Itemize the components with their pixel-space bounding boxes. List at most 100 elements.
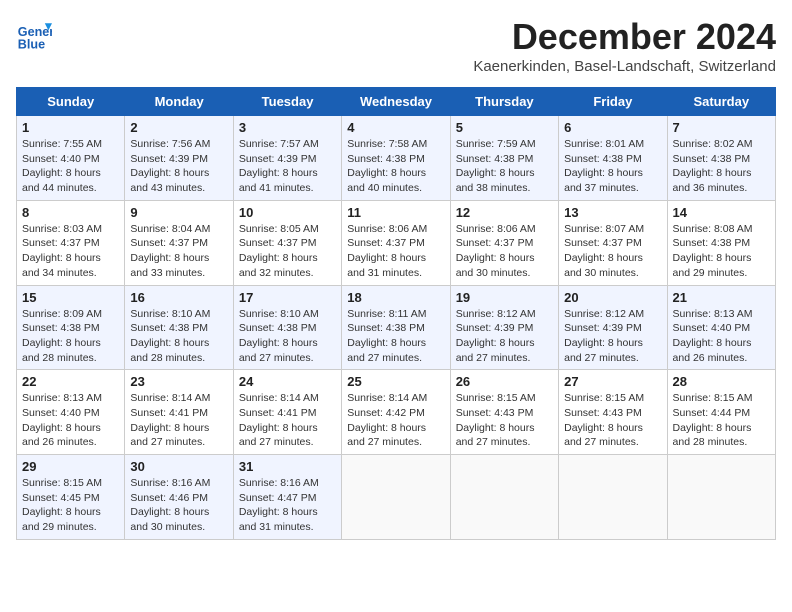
calendar-cell: 2 Sunrise: 7:56 AMSunset: 4:39 PMDayligh… <box>125 116 233 201</box>
calendar-cell: 31 Sunrise: 8:16 AMSunset: 4:47 PMDaylig… <box>233 455 341 540</box>
day-number: 26 <box>456 374 553 389</box>
day-number: 21 <box>673 290 770 305</box>
calendar-week-2: 8 Sunrise: 8:03 AMSunset: 4:37 PMDayligh… <box>17 200 776 285</box>
weekday-header-row: SundayMondayTuesdayWednesdayThursdayFrid… <box>17 88 776 116</box>
day-number: 18 <box>347 290 444 305</box>
svg-text:Blue: Blue <box>18 37 45 51</box>
day-detail: Sunrise: 8:13 AMSunset: 4:40 PMDaylight:… <box>673 308 753 364</box>
calendar-cell: 5 Sunrise: 7:59 AMSunset: 4:38 PMDayligh… <box>450 116 558 201</box>
weekday-header-thursday: Thursday <box>450 88 558 116</box>
day-number: 30 <box>130 459 227 474</box>
day-number: 25 <box>347 374 444 389</box>
day-detail: Sunrise: 8:06 AMSunset: 4:37 PMDaylight:… <box>456 223 536 279</box>
calendar-cell: 16 Sunrise: 8:10 AMSunset: 4:38 PMDaylig… <box>125 285 233 370</box>
day-detail: Sunrise: 8:03 AMSunset: 4:37 PMDaylight:… <box>22 223 102 279</box>
calendar-cell: 17 Sunrise: 8:10 AMSunset: 4:38 PMDaylig… <box>233 285 341 370</box>
day-number: 15 <box>22 290 119 305</box>
day-detail: Sunrise: 8:13 AMSunset: 4:40 PMDaylight:… <box>22 392 102 448</box>
day-number: 29 <box>22 459 119 474</box>
calendar-cell <box>667 455 775 540</box>
day-number: 28 <box>673 374 770 389</box>
day-number: 27 <box>564 374 661 389</box>
calendar-cell: 23 Sunrise: 8:14 AMSunset: 4:41 PMDaylig… <box>125 370 233 455</box>
day-detail: Sunrise: 8:15 AMSunset: 4:45 PMDaylight:… <box>22 477 102 533</box>
calendar-cell <box>559 455 667 540</box>
calendar-cell: 28 Sunrise: 8:15 AMSunset: 4:44 PMDaylig… <box>667 370 775 455</box>
day-detail: Sunrise: 8:09 AMSunset: 4:38 PMDaylight:… <box>22 308 102 364</box>
calendar-cell: 29 Sunrise: 8:15 AMSunset: 4:45 PMDaylig… <box>17 455 125 540</box>
calendar-cell: 21 Sunrise: 8:13 AMSunset: 4:40 PMDaylig… <box>667 285 775 370</box>
day-number: 31 <box>239 459 336 474</box>
calendar-cell: 14 Sunrise: 8:08 AMSunset: 4:38 PMDaylig… <box>667 200 775 285</box>
calendar-cell: 18 Sunrise: 8:11 AMSunset: 4:38 PMDaylig… <box>342 285 450 370</box>
calendar-table: SundayMondayTuesdayWednesdayThursdayFrid… <box>16 87 776 540</box>
calendar-cell: 12 Sunrise: 8:06 AMSunset: 4:37 PMDaylig… <box>450 200 558 285</box>
day-number: 14 <box>673 205 770 220</box>
month-title: December 2024 <box>473 16 776 58</box>
day-detail: Sunrise: 8:04 AMSunset: 4:37 PMDaylight:… <box>130 223 210 279</box>
day-detail: Sunrise: 8:15 AMSunset: 4:44 PMDaylight:… <box>673 392 753 448</box>
day-number: 19 <box>456 290 553 305</box>
calendar-cell: 30 Sunrise: 8:16 AMSunset: 4:46 PMDaylig… <box>125 455 233 540</box>
calendar-cell: 7 Sunrise: 8:02 AMSunset: 4:38 PMDayligh… <box>667 116 775 201</box>
day-number: 23 <box>130 374 227 389</box>
day-detail: Sunrise: 8:06 AMSunset: 4:37 PMDaylight:… <box>347 223 427 279</box>
calendar-week-5: 29 Sunrise: 8:15 AMSunset: 4:45 PMDaylig… <box>17 455 776 540</box>
day-detail: Sunrise: 8:01 AMSunset: 4:38 PMDaylight:… <box>564 138 644 194</box>
calendar-cell: 15 Sunrise: 8:09 AMSunset: 4:38 PMDaylig… <box>17 285 125 370</box>
calendar-cell: 6 Sunrise: 8:01 AMSunset: 4:38 PMDayligh… <box>559 116 667 201</box>
day-number: 5 <box>456 120 553 135</box>
calendar-cell <box>450 455 558 540</box>
day-number: 13 <box>564 205 661 220</box>
calendar-cell: 8 Sunrise: 8:03 AMSunset: 4:37 PMDayligh… <box>17 200 125 285</box>
calendar-body: 1 Sunrise: 7:55 AMSunset: 4:40 PMDayligh… <box>17 116 776 540</box>
day-number: 22 <box>22 374 119 389</box>
calendar-cell: 20 Sunrise: 8:12 AMSunset: 4:39 PMDaylig… <box>559 285 667 370</box>
location-title: Kaenerkinden, Basel-Landschaft, Switzerl… <box>473 58 776 75</box>
calendar-week-4: 22 Sunrise: 8:13 AMSunset: 4:40 PMDaylig… <box>17 370 776 455</box>
day-number: 8 <box>22 205 119 220</box>
day-detail: Sunrise: 7:55 AMSunset: 4:40 PMDaylight:… <box>22 138 102 194</box>
weekday-header-wednesday: Wednesday <box>342 88 450 116</box>
calendar-cell: 25 Sunrise: 8:14 AMSunset: 4:42 PMDaylig… <box>342 370 450 455</box>
day-detail: Sunrise: 8:16 AMSunset: 4:46 PMDaylight:… <box>130 477 210 533</box>
calendar-cell: 4 Sunrise: 7:58 AMSunset: 4:38 PMDayligh… <box>342 116 450 201</box>
day-number: 2 <box>130 120 227 135</box>
day-number: 12 <box>456 205 553 220</box>
calendar-week-3: 15 Sunrise: 8:09 AMSunset: 4:38 PMDaylig… <box>17 285 776 370</box>
day-detail: Sunrise: 8:05 AMSunset: 4:37 PMDaylight:… <box>239 223 319 279</box>
day-number: 4 <box>347 120 444 135</box>
day-detail: Sunrise: 8:16 AMSunset: 4:47 PMDaylight:… <box>239 477 319 533</box>
day-detail: Sunrise: 8:11 AMSunset: 4:38 PMDaylight:… <box>347 308 426 364</box>
day-detail: Sunrise: 7:59 AMSunset: 4:38 PMDaylight:… <box>456 138 536 194</box>
day-detail: Sunrise: 8:07 AMSunset: 4:37 PMDaylight:… <box>564 223 644 279</box>
calendar-week-1: 1 Sunrise: 7:55 AMSunset: 4:40 PMDayligh… <box>17 116 776 201</box>
calendar-cell <box>342 455 450 540</box>
day-detail: Sunrise: 8:14 AMSunset: 4:41 PMDaylight:… <box>239 392 319 448</box>
calendar-cell: 9 Sunrise: 8:04 AMSunset: 4:37 PMDayligh… <box>125 200 233 285</box>
calendar-cell: 22 Sunrise: 8:13 AMSunset: 4:40 PMDaylig… <box>17 370 125 455</box>
day-detail: Sunrise: 8:10 AMSunset: 4:38 PMDaylight:… <box>239 308 319 364</box>
day-number: 1 <box>22 120 119 135</box>
calendar-cell: 3 Sunrise: 7:57 AMSunset: 4:39 PMDayligh… <box>233 116 341 201</box>
weekday-header-monday: Monday <box>125 88 233 116</box>
day-detail: Sunrise: 7:58 AMSunset: 4:38 PMDaylight:… <box>347 138 427 194</box>
weekday-header-saturday: Saturday <box>667 88 775 116</box>
page-header: General Blue December 2024 Kaenerkinden,… <box>16 16 776 83</box>
calendar-cell: 19 Sunrise: 8:12 AMSunset: 4:39 PMDaylig… <box>450 285 558 370</box>
calendar-cell: 1 Sunrise: 7:55 AMSunset: 4:40 PMDayligh… <box>17 116 125 201</box>
day-number: 24 <box>239 374 336 389</box>
day-detail: Sunrise: 8:12 AMSunset: 4:39 PMDaylight:… <box>456 308 536 364</box>
calendar-cell: 24 Sunrise: 8:14 AMSunset: 4:41 PMDaylig… <box>233 370 341 455</box>
day-detail: Sunrise: 8:15 AMSunset: 4:43 PMDaylight:… <box>456 392 536 448</box>
calendar-cell: 26 Sunrise: 8:15 AMSunset: 4:43 PMDaylig… <box>450 370 558 455</box>
day-detail: Sunrise: 7:56 AMSunset: 4:39 PMDaylight:… <box>130 138 210 194</box>
weekday-header-friday: Friday <box>559 88 667 116</box>
calendar-cell: 13 Sunrise: 8:07 AMSunset: 4:37 PMDaylig… <box>559 200 667 285</box>
day-number: 20 <box>564 290 661 305</box>
weekday-header-sunday: Sunday <box>17 88 125 116</box>
calendar-cell: 11 Sunrise: 8:06 AMSunset: 4:37 PMDaylig… <box>342 200 450 285</box>
day-number: 6 <box>564 120 661 135</box>
day-detail: Sunrise: 8:15 AMSunset: 4:43 PMDaylight:… <box>564 392 644 448</box>
day-detail: Sunrise: 8:12 AMSunset: 4:39 PMDaylight:… <box>564 308 644 364</box>
